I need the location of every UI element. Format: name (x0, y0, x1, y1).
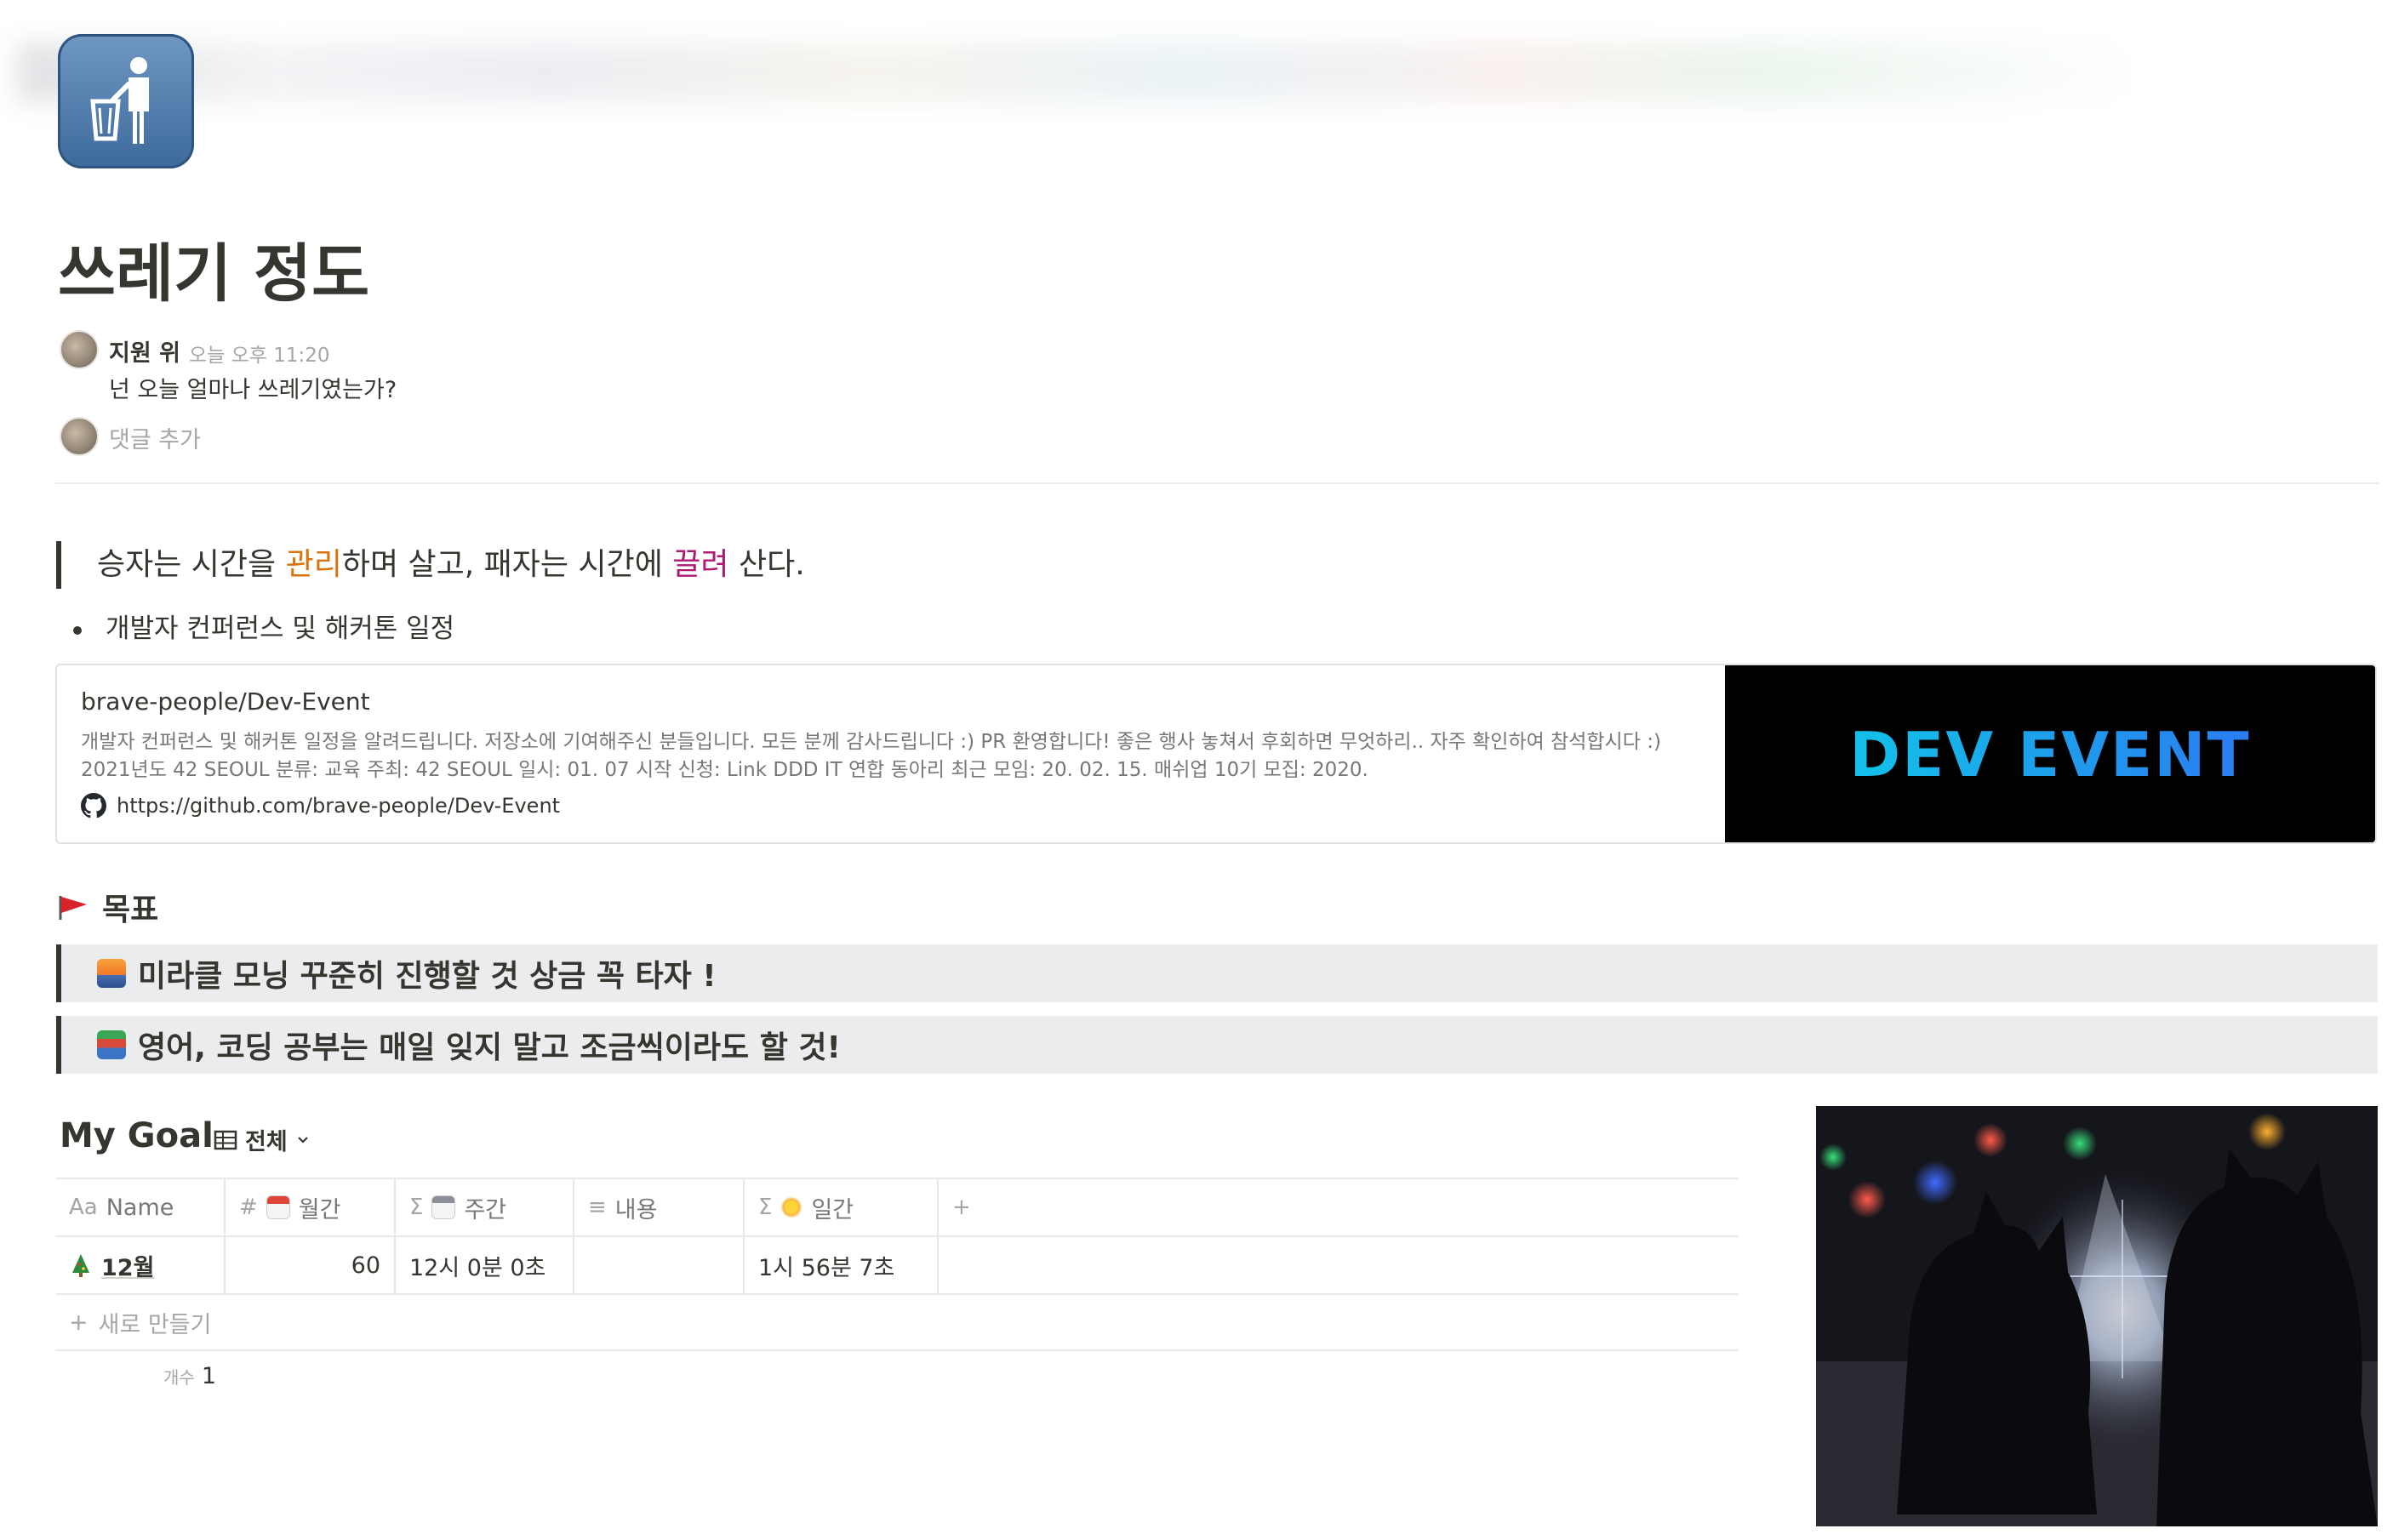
bookmark-url-row: https://github.com/brave-people/Dev-Even… (81, 793, 560, 818)
cell-weekly[interactable]: 12시 0분 0초 (396, 1237, 574, 1293)
blurred-header-strip (17, 43, 2145, 102)
database-title[interactable]: My Goal (60, 1116, 214, 1155)
text-lines-icon: ≡ (588, 1195, 607, 1220)
text-property-icon: Aa (69, 1195, 98, 1220)
database-view-selector[interactable]: 전체 (213, 1123, 311, 1156)
add-column-button[interactable]: + (939, 1179, 1739, 1235)
column-header-name[interactable]: Aa Name (55, 1179, 226, 1235)
christmas-tree-icon (72, 1254, 89, 1277)
quote-text-part: 승자는 시간을 (97, 547, 286, 582)
calendar-icon (266, 1195, 290, 1219)
column-label: 내용 (614, 1196, 658, 1223)
goal-heading[interactable]: 목표 (58, 885, 158, 929)
christmas-photo[interactable] (1816, 1106, 2378, 1526)
bookmark-image-text: DEV EVENT (1849, 719, 2251, 790)
cell-name[interactable]: 12월 (55, 1237, 226, 1293)
books-icon (97, 1030, 126, 1059)
column-header-daily[interactable]: Σ 일간 (745, 1179, 939, 1235)
cell-content[interactable] (574, 1237, 745, 1293)
chevron-down-icon (297, 1136, 308, 1144)
callout-text: 미라클 모닝 꾸준히 진행할 것 상금 꼭 타자 ! (138, 959, 717, 994)
column-label: 주간 (464, 1196, 507, 1223)
quote-highlight-orange: 관리 (285, 547, 342, 582)
column-label: 일간 (811, 1196, 854, 1223)
bullet-dot (73, 626, 82, 635)
column-label: 월간 (298, 1196, 341, 1223)
quote-text-part: 하며 살고, 패자는 시간에 (341, 547, 673, 582)
callout-block[interactable]: 미라클 모닝 꾸준히 진행할 것 상금 꼭 타자 ! (56, 944, 2378, 1002)
quote-highlight-pink: 끌려 (672, 547, 729, 582)
table-row[interactable]: 12월 60 12시 0분 0초 1시 56분 7초 (55, 1237, 1739, 1295)
table-header-row: Aa Name # 월간 Σ 주간 ≡ 내용 Σ 일간 + (55, 1178, 1739, 1237)
sunrise-icon (97, 959, 126, 988)
bullet-item[interactable]: 개발자 컨퍼런스 및 해커톤 일정 (106, 609, 454, 648)
count-value: 1 (201, 1363, 216, 1389)
callout-text: 영어, 코딩 공부는 매일 잊지 말고 조금씩이라도 할 것! (138, 1030, 841, 1065)
github-icon (81, 793, 106, 818)
goal-heading-text: 목표 (102, 893, 159, 927)
bookmark-card[interactable]: brave-people/Dev-Event 개발자 컨퍼런스 및 해커톤 일정… (55, 664, 2377, 844)
bookmark-title: brave-people/Dev-Event (81, 687, 370, 716)
add-comment-input[interactable]: 댓글 추가 (109, 421, 201, 454)
page-title[interactable]: 쓰레기 정도 (58, 223, 369, 314)
calendar-tearoff-icon (431, 1195, 456, 1219)
sun-icon (780, 1196, 803, 1218)
bookmark-description: 개발자 컨퍼런스 및 해커톤 일정을 알려드립니다. 저장소에 기여해주신 분들… (81, 731, 1661, 781)
quote-text-part: 산다. (728, 547, 805, 582)
database-table: Aa Name # 월간 Σ 주간 ≡ 내용 Σ 일간 + 12월 60 12시 0분 0… (55, 1178, 1739, 1351)
number-property-icon: # (239, 1195, 258, 1220)
column-header-monthly[interactable]: # 월간 (226, 1179, 396, 1235)
bookmark-preview-image: DEV EVENT (1725, 665, 2375, 842)
row-count[interactable]: 개수 1 (163, 1363, 216, 1389)
count-label: 개수 (163, 1367, 195, 1388)
quote-block[interactable]: 승자는 시간을 관리하며 살고, 패자는 시간에 끌려 산다. (56, 541, 805, 589)
comment-author: 지원 위 (109, 340, 180, 367)
trash-person-icon[interactable] (58, 34, 194, 168)
bookmark-url: https://github.com/brave-people/Dev-Even… (117, 794, 561, 818)
sigma-property-icon: Σ (409, 1195, 424, 1220)
plus-icon: + (69, 1309, 89, 1336)
new-row-button[interactable]: + 새로 만들기 (55, 1295, 1739, 1351)
plus-icon: + (952, 1195, 971, 1220)
new-row-label: 새로 만들기 (98, 1311, 212, 1338)
sigma-property-icon: Σ (758, 1195, 773, 1220)
red-flag-icon (59, 896, 87, 920)
cell-empty (939, 1237, 1739, 1293)
comment-text: 넌 오늘 얼마나 쓰레기였는가? (109, 377, 397, 403)
callout-block[interactable]: 영어, 코딩 공부는 매일 잊지 말고 조금씩이라도 할 것! (56, 1016, 2378, 1074)
column-label: Name (106, 1194, 174, 1221)
column-header-weekly[interactable]: Σ 주간 (396, 1179, 574, 1235)
row-name: 12월 (101, 1254, 155, 1281)
divider (55, 482, 2379, 484)
column-header-content[interactable]: ≡ 내용 (574, 1179, 745, 1235)
table-icon (214, 1130, 237, 1149)
cell-monthly[interactable]: 60 (226, 1237, 396, 1293)
cell-daily[interactable]: 1시 56분 7초 (745, 1237, 939, 1293)
avatar (60, 330, 99, 369)
view-label: 전체 (245, 1129, 288, 1155)
avatar (60, 417, 99, 456)
comment-time: 오늘 오후 11:20 (189, 345, 330, 367)
